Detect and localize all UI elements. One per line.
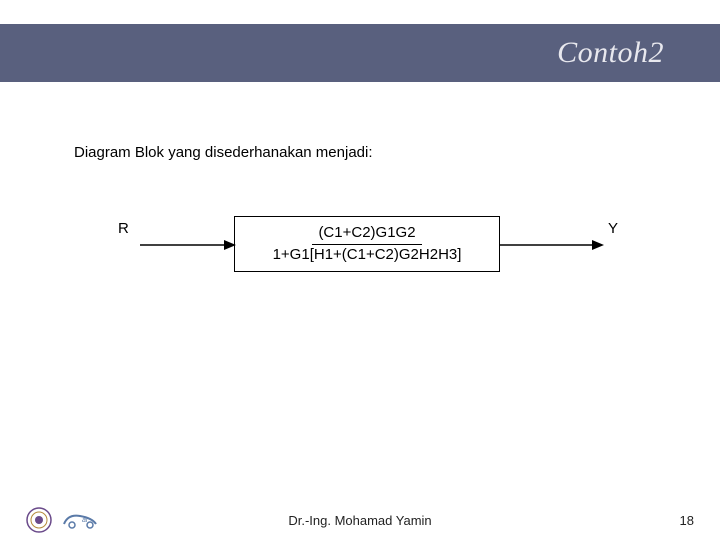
transfer-function-block: (C1+C2)G1G2 1+G1[H1+(C1+C2)G2H2H3] — [234, 216, 500, 272]
slide: Contoh2 Diagram Blok yang disederhanakan… — [0, 0, 720, 540]
output-label: Y — [608, 220, 618, 237]
tf-denominator: 1+G1[H1+(C1+C2)G2H2H3] — [273, 245, 462, 265]
tf-numerator: (C1+C2)G1G2 — [312, 224, 421, 245]
slide-title: Contoh2 — [557, 36, 664, 70]
page-number: 18 — [680, 513, 694, 528]
subtitle-text: Diagram Blok yang disederhanakan menjadi… — [74, 144, 373, 161]
title-band: Contoh2 — [0, 24, 720, 82]
input-label: R — [118, 220, 129, 237]
arrow-output-icon — [500, 235, 604, 255]
footer-author: Dr.-Ing. Mohamad Yamin — [0, 513, 720, 528]
block-diagram: R (C1+C2)G1G2 1+G1[H1+(C1+C2)G2H2H3] Y — [0, 216, 720, 316]
arrow-input-icon — [140, 235, 236, 255]
